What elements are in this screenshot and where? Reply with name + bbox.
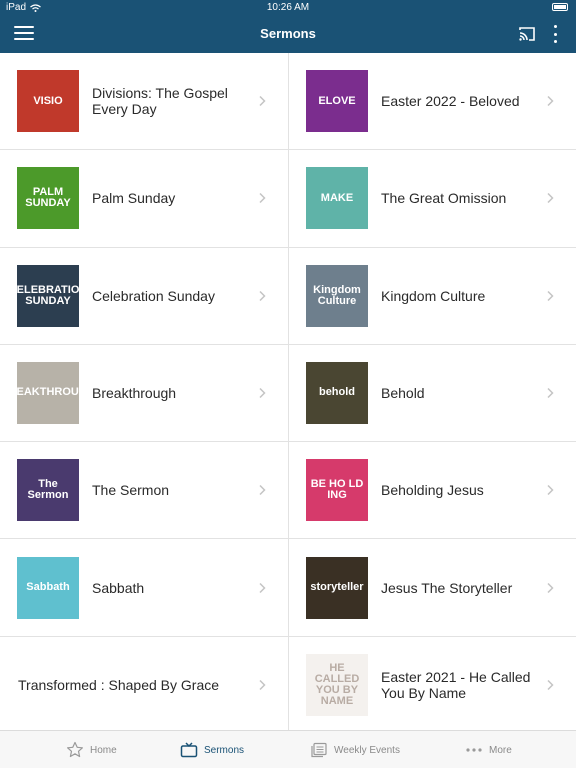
- tab-home-label: Home: [90, 744, 117, 756]
- tab-more-label: More: [489, 744, 512, 756]
- sermon-thumbnail: VISIO: [17, 70, 79, 132]
- sermon-thumbnail: HE CALLED YOU BY NAME: [306, 653, 368, 716]
- sermon-cell[interactable]: BE HO LD ING Beholding Jesus: [289, 442, 576, 540]
- sermon-title: Jesus The Storyteller: [381, 579, 513, 596]
- overflow-menu-icon[interactable]: [552, 25, 558, 43]
- sermon-cell[interactable]: ELOVE Easter 2022 - Beloved: [289, 53, 576, 151]
- sermon-title: The Great Omission: [381, 190, 507, 207]
- battery-icon: [552, 3, 568, 11]
- tab-sermons-label: Sermons: [204, 744, 245, 756]
- sermon-cell[interactable]: VISIO Divisions: The Gospel Every Day: [0, 53, 288, 151]
- chevron-right-icon: [259, 387, 266, 398]
- sermon-thumbnail: behold: [306, 361, 368, 424]
- sermon-cell[interactable]: The Sermon The Sermon: [0, 442, 288, 540]
- sermon-title: Palm Sunday: [92, 190, 176, 207]
- chevron-right-icon: [547, 290, 554, 301]
- sermon-thumbnail: storyteller: [306, 556, 368, 619]
- nav-bar: Sermons: [0, 16, 576, 53]
- chevron-right-icon: [259, 95, 266, 107]
- chevron-right-icon: [259, 582, 266, 593]
- chevron-right-icon: [547, 95, 554, 107]
- sermon-thumbnail: PALM SUNDAY: [17, 167, 79, 230]
- sermon-title: Beholding Jesus: [381, 482, 484, 499]
- list-icon: [311, 742, 327, 758]
- star-icon: [67, 741, 83, 758]
- sermon-title: Easter 2022 - Beloved: [381, 93, 520, 110]
- sermon-title: Kingdom Culture: [381, 287, 486, 304]
- chevron-right-icon: [259, 193, 266, 204]
- sermon-cell[interactable]: behold Behold: [289, 345, 576, 443]
- tab-more[interactable]: More: [465, 731, 512, 769]
- chevron-right-icon: [547, 193, 554, 204]
- sermon-title: Divisions: The Gospel Every Day: [92, 85, 228, 118]
- chevron-right-icon: [259, 485, 266, 496]
- chevron-right-icon: [547, 679, 554, 690]
- tab-sermons[interactable]: Sermons: [180, 731, 244, 769]
- sermon-cell[interactable]: PALM SUNDAY Palm Sunday: [0, 150, 288, 248]
- sermon-cell[interactable]: CELEBRATION SUNDAY Celebration Sunday: [0, 248, 288, 345]
- sermon-grid: VISIO Divisions: The Gospel Every Day ELOV…: [0, 53, 576, 735]
- sermon-thumbnail: ELOVE: [306, 70, 368, 132]
- sermon-title: Celebration Sunday: [92, 287, 215, 304]
- sermon-thumbnail: MAKE: [306, 167, 368, 230]
- tab-home[interactable]: Home: [66, 731, 117, 769]
- sermon-cell[interactable]: MAKE The Great Omission: [289, 150, 576, 248]
- chevron-right-icon: [547, 387, 554, 398]
- sermon-cell[interactable]: storyteller Jesus The Storyteller: [289, 540, 576, 637]
- sermon-cell[interactable]: HE CALLED YOU BY NAME Easter 2021 - He Ca…: [289, 637, 576, 735]
- chevron-right-icon: [259, 290, 266, 301]
- sermon-title: The Sermon: [92, 482, 170, 499]
- chevron-right-icon: [547, 485, 554, 496]
- status-bar: iPad 10:26 AM: [0, 0, 576, 16]
- page-title: Sermons: [260, 26, 316, 41]
- tab-weekly-events-label: Weekly Events: [334, 744, 400, 756]
- sermon-cell[interactable]: BREAKTHROUGH Breakthrough: [0, 345, 288, 443]
- sermon-cell[interactable]: Transformed : Shaped By Grace: [0, 637, 288, 735]
- sermon-thumbnail: Kingdom Culture: [306, 264, 368, 327]
- sermon-title: Easter 2021 - He Called You By Name: [381, 668, 531, 701]
- sermon-thumbnail: The Sermon: [17, 459, 79, 522]
- chevron-right-icon: [259, 679, 266, 690]
- sermon-title: Behold: [381, 385, 425, 402]
- cast-icon[interactable]: [518, 25, 536, 43]
- status-time: 10:26 AM: [266, 2, 310, 13]
- sermon-thumbnail: CELEBRATION SUNDAY: [17, 264, 79, 327]
- dots-icon: [466, 748, 482, 752]
- sermon-title: Transformed : Shaped By Grace: [18, 676, 220, 693]
- sermon-thumbnail: BREAKTHROUGH: [17, 361, 79, 424]
- tv-icon: [180, 742, 198, 758]
- sermon-cell[interactable]: Sabbath Sabbath: [0, 540, 288, 637]
- tab-bar: Home Sermons Weekly Events More: [0, 730, 576, 768]
- sermon-thumbnail: Sabbath: [17, 556, 79, 619]
- sermon-thumbnail: BE HO LD ING: [306, 459, 368, 522]
- sermon-title: Breakthrough: [92, 385, 177, 402]
- chevron-right-icon: [547, 582, 554, 593]
- tab-weekly-events[interactable]: Weekly Events: [310, 731, 400, 769]
- sermon-title: Sabbath: [92, 579, 145, 596]
- sermon-cell[interactable]: Kingdom Culture Kingdom Culture: [289, 248, 576, 345]
